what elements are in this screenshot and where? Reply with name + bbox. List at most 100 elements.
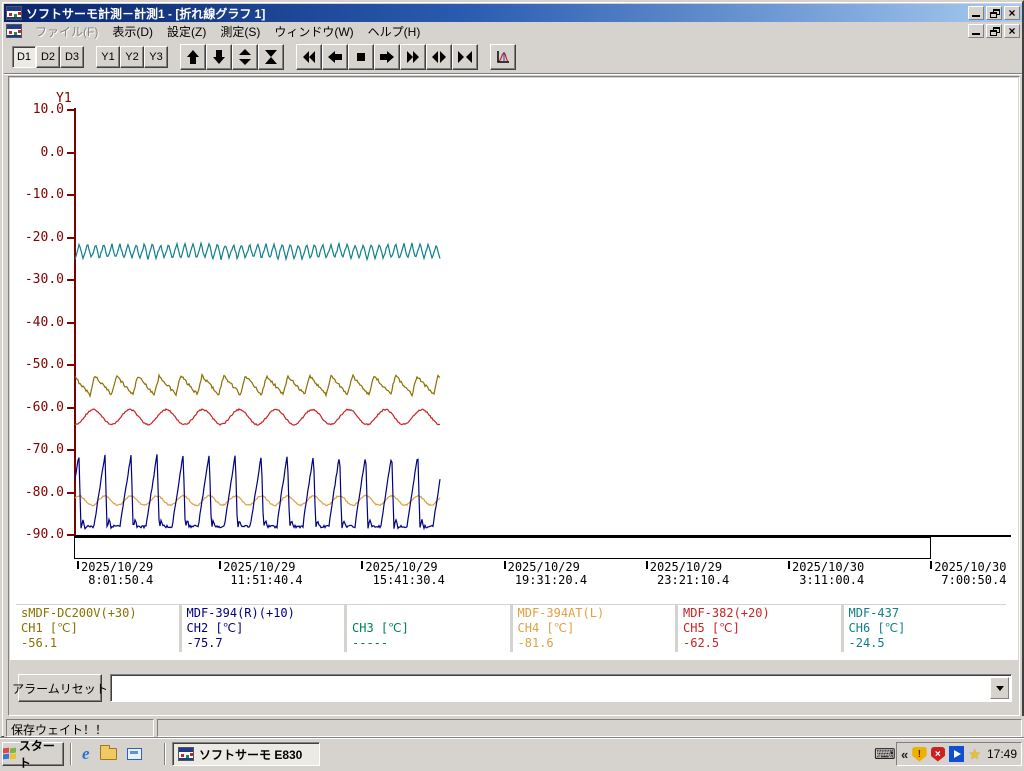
channel-name: MDF-394AT(L): [517, 606, 605, 620]
y-tick-label: -70.0: [24, 442, 64, 457]
window-controls: ×: [968, 6, 1020, 20]
arrow-right-icon: [380, 50, 394, 63]
toolbar-button-y3[interactable]: Y3: [144, 45, 168, 68]
combo-dropdown-button[interactable]: [990, 677, 1009, 699]
toolbar-button-y1[interactable]: Y1: [96, 45, 120, 68]
channel-label: CH1 [℃]: [21, 621, 78, 635]
y-tick-label: 0.0: [40, 144, 64, 160]
channel-value: -75.7: [186, 636, 223, 650]
task-button-softthermo[interactable]: ソフトサーモ E830: [172, 742, 320, 766]
channel-value: -56.1: [21, 636, 58, 650]
clock[interactable]: 17:49: [987, 747, 1017, 761]
y-tick-mark: [67, 236, 74, 239]
taskbar-separator: [164, 743, 166, 765]
mdi-minimize-button[interactable]: [968, 24, 984, 38]
mdi-window-controls: ×: [968, 24, 1020, 38]
restore-button-icon[interactable]: [986, 6, 1002, 20]
show-desktop-icon[interactable]: [126, 748, 142, 760]
y-tick-mark: [67, 491, 74, 494]
y-tick-label: -60.0: [24, 399, 64, 415]
toolbar-button-stop[interactable]: [348, 43, 374, 70]
control-band: アラームリセット: [10, 660, 1018, 714]
toolbar-button-d2[interactable]: D2: [36, 45, 60, 68]
alarm-reset-button[interactable]: アラームリセット: [12, 674, 108, 702]
menu-item-2[interactable]: 設定(Z): [160, 22, 213, 41]
toolbar-button-arrow-down[interactable]: [206, 43, 232, 70]
expand-horizontal-icon: [432, 50, 446, 63]
alarm-combo-value: [115, 679, 987, 697]
y-tick-label: 10.0: [32, 102, 64, 117]
x-tick-label: 2025/10/30 3:11:00.4: [792, 560, 865, 587]
y-tick-mark: [67, 321, 74, 324]
toolbar-button-rewind[interactable]: [296, 43, 322, 70]
y-tick-label: -90.0: [24, 527, 64, 542]
mdi-child-icon[interactable]: [6, 24, 22, 38]
channel-value: -24.5: [848, 636, 885, 650]
close-button-icon[interactable]: ×: [1004, 6, 1020, 20]
media-player-icon[interactable]: [949, 746, 965, 762]
toolbar-text-group-1: Y1 Y2 Y3: [96, 45, 168, 68]
toolbar-button-y2[interactable]: Y2: [120, 45, 144, 68]
star-icon[interactable]: ★: [968, 746, 981, 763]
tray-chevron-icon[interactable]: «: [901, 747, 908, 762]
x-tick-mark: [219, 561, 222, 569]
y-tick-mark: [67, 534, 74, 536]
taskbar-separator: [70, 743, 72, 765]
y-tick-label: -30.0: [24, 272, 64, 287]
expand-vertical-icon: [239, 48, 251, 65]
task-button-label: ソフトサーモ E830: [199, 747, 303, 762]
menu-item-4[interactable]: ウィンドウ(W): [267, 22, 360, 41]
menu-items: ファイル(F) 表示(D) 設定(Z) 測定(S) ウィンドウ(W) ヘルプ(H): [28, 22, 968, 41]
toolbar-button-compress-horizontal[interactable]: [452, 43, 478, 70]
x-tick-label: 2025/10/29 11:51:40.4: [223, 560, 303, 587]
toolbar-button-arrow-up[interactable]: [180, 43, 206, 70]
channel-value: -----: [352, 636, 389, 650]
graph-icon: [497, 50, 509, 63]
channel-name: [352, 606, 505, 621]
toolbar-button-arrow-left[interactable]: [322, 43, 348, 70]
toolbar-button-fast-forward[interactable]: [400, 43, 426, 70]
legend-cell-ch4: MDF-394AT(L) CH4 [℃] -81.6: [512, 605, 675, 652]
arrow-left-icon: [328, 50, 342, 63]
security-error-icon[interactable]: ×: [930, 746, 946, 762]
security-warning-icon[interactable]: !: [912, 746, 927, 762]
menu-item-5[interactable]: ヘルプ(H): [361, 22, 428, 41]
x-tick-mark: [788, 561, 790, 569]
folder-icon[interactable]: [99, 745, 117, 760]
toolbar-button-graph[interactable]: [490, 43, 516, 70]
menu-item-3[interactable]: 測定(S): [213, 22, 267, 41]
y-tick-mark: [67, 406, 74, 409]
alarm-combo-box[interactable]: [110, 674, 1012, 702]
toolbar-button-arrow-right[interactable]: [374, 43, 400, 70]
menu-item-1[interactable]: 表示(D): [105, 22, 160, 41]
legend-cell-ch6: MDF-437 CH6 [℃] -24.5: [843, 605, 1006, 652]
titlebar: ソフトサーモ計測－計測1 - [折れ線グラフ 1] ×: [4, 4, 1022, 22]
toolbar-button-d3[interactable]: D3: [60, 45, 84, 68]
minimize-icon: [972, 33, 980, 35]
toolbar-button-compress-vertical[interactable]: [258, 43, 284, 70]
keyboard-icon[interactable]: ⌨: [874, 745, 896, 763]
toolbar-button-expand-vertical[interactable]: [232, 43, 258, 70]
toolbar-button-d1[interactable]: D1: [12, 45, 36, 68]
y-tick-label: -50.0: [24, 357, 64, 372]
channel-label: CH6 [℃]: [848, 621, 906, 635]
chevron-down-icon: [995, 685, 1004, 691]
y-tick-label: -10.0: [24, 187, 64, 202]
restore-icon: [990, 9, 1000, 18]
channel-label: CH2 [℃]: [186, 621, 244, 635]
arrow-down-icon: [213, 49, 225, 64]
menu-item-0: ファイル(F): [35, 24, 99, 39]
rewind-icon: [303, 50, 315, 63]
app-icon: [6, 6, 22, 20]
minimize-button-icon[interactable]: [968, 6, 984, 20]
channel-legend: sMDF-DC200V(+30) CH1 [℃] -56.1 MDF-394(R)(+…: [16, 604, 1006, 652]
mdi-close-button[interactable]: ×: [1004, 24, 1020, 38]
internet-explorer-icon[interactable]: e: [82, 744, 90, 764]
channel-label: CH4 [℃]: [517, 621, 575, 635]
toolbar: D1 D2 D3 Y1 Y2 Y3: [4, 40, 1022, 74]
start-button[interactable]: スタート: [2, 739, 64, 770]
x-tick-mark: [930, 561, 933, 569]
toolbar-button-expand-horizontal[interactable]: [426, 43, 452, 70]
mdi-restore-button[interactable]: [986, 24, 1002, 38]
app-icon: [178, 747, 194, 761]
